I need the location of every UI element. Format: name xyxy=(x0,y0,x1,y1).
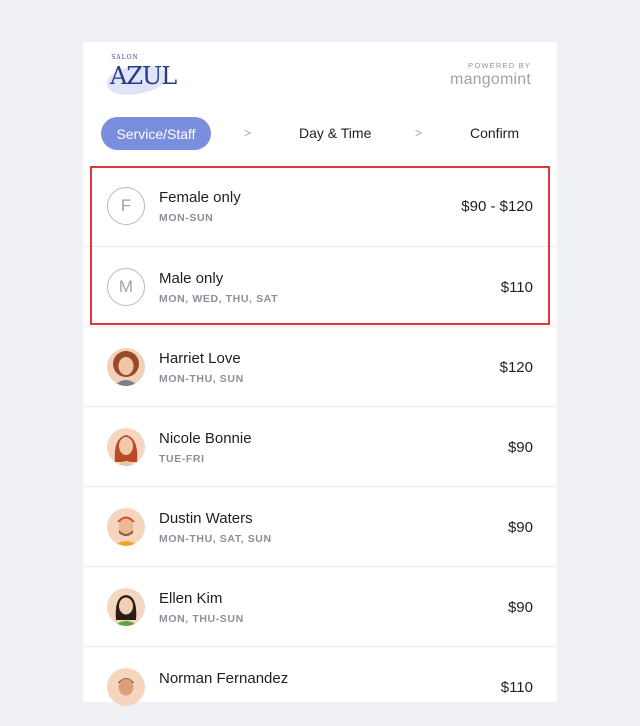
powered-by-badge[interactable]: POWERED BY mangomint xyxy=(450,61,531,89)
avatar xyxy=(107,348,145,386)
option-price: $90 - $120 xyxy=(461,198,533,215)
staff-name: Nicole Bonnie xyxy=(159,430,252,447)
staff-days: MON, THU-SUN xyxy=(159,613,244,625)
staff-price: $120 xyxy=(499,359,533,376)
staff-option-female-only[interactable]: F Female only MON-SUN $90 - $120 xyxy=(83,166,557,246)
staff-option-male-only[interactable]: M Male only MON, WED, THU, SAT $110 xyxy=(83,246,557,326)
staff-row-harriet-love[interactable]: Harriet Love MON-THU, SUN $120 xyxy=(83,326,557,406)
logo-small-text: SALON xyxy=(111,54,139,61)
step-separator-2: > xyxy=(415,126,423,140)
step-service-staff[interactable]: Service/Staff xyxy=(101,117,211,150)
staff-list: F Female only MON-SUN $90 - $120 M Male … xyxy=(83,166,557,726)
step-separator-1: > xyxy=(244,126,252,140)
option-name: Male only xyxy=(159,270,224,287)
staff-price: $90 xyxy=(507,599,533,616)
salon-azul-logo[interactable]: SALON AZUL xyxy=(105,54,177,98)
staff-row-nicole-bonnie[interactable]: Nicole Bonnie TUE-FRI $90 xyxy=(83,406,557,486)
staff-days: MON-THU, SAT, SUN xyxy=(159,533,272,545)
staff-row-dustin-waters[interactable]: Dustin Waters MON-THU, SAT, SUN $90 xyxy=(83,486,557,566)
mangomint-brand: mangomint xyxy=(450,71,531,88)
staff-row-norman-fernandez[interactable]: Norman Fernandez $110 xyxy=(83,646,557,726)
staff-price: $90 xyxy=(507,439,533,456)
initial-avatar: F xyxy=(107,187,145,225)
staff-name: Dustin Waters xyxy=(159,510,253,527)
booking-card: SALON AZUL POWERED BY mangomint Service/… xyxy=(83,42,557,706)
option-price: $110 xyxy=(500,279,533,296)
powered-by-label: POWERED BY xyxy=(468,61,531,70)
staff-name: Harriet Love xyxy=(159,350,241,367)
staff-row-ellen-kim[interactable]: Ellen Kim MON, THU-SUN $90 xyxy=(83,566,557,646)
staff-days: TUE-FRI xyxy=(159,453,205,465)
avatar xyxy=(107,668,145,706)
step-day-time[interactable]: Day & Time xyxy=(299,125,371,141)
option-name: Female only xyxy=(159,189,241,206)
staff-price: $90 xyxy=(507,519,533,536)
avatar xyxy=(107,428,145,466)
option-days: MON, WED, THU, SAT xyxy=(159,293,279,305)
booking-steps: Service/Staff > Day & Time > Confirm xyxy=(101,117,541,151)
step-confirm[interactable]: Confirm xyxy=(470,125,519,141)
staff-name: Ellen Kim xyxy=(159,590,223,607)
option-days: MON-SUN xyxy=(159,212,214,224)
initial-avatar: M xyxy=(107,268,145,306)
staff-price: $110 xyxy=(500,679,533,696)
staff-name: Norman Fernandez xyxy=(159,670,289,687)
logo-main-text: AZUL xyxy=(110,62,177,90)
avatar xyxy=(107,588,145,626)
staff-days: MON-THU, SUN xyxy=(159,373,244,385)
avatar xyxy=(107,508,145,546)
